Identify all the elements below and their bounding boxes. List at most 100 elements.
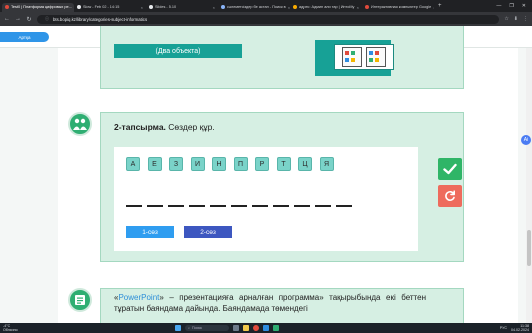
menu-kebab-icon[interactable]: ⋮ xyxy=(523,16,528,22)
file-explorer-icon[interactable] xyxy=(243,325,249,331)
tab-favicon-icon xyxy=(221,5,225,9)
chrome-icon[interactable] xyxy=(253,325,259,331)
language-indicator[interactable]: РУС xyxy=(500,326,507,330)
browser-tab[interactable]: адрес: Админ али тар | ИнтоМу × xyxy=(290,3,362,12)
store-icon[interactable] xyxy=(273,325,279,331)
browser-tab[interactable]: Test0 | Платформа цифровых ре...× xyxy=(2,2,74,12)
browser-tab[interactable]: Slides - 5.10 × xyxy=(146,3,218,12)
task-image xyxy=(334,44,394,70)
answer-slot[interactable] xyxy=(273,205,289,207)
scrollbar[interactable] xyxy=(526,48,532,323)
letter-tile[interactable]: Т xyxy=(276,157,291,171)
book-task-icon xyxy=(68,288,92,312)
bookmark-star-icon[interactable]: ☆ xyxy=(504,16,508,22)
object-picture xyxy=(366,47,386,67)
back-arrow-icon[interactable]: ← xyxy=(4,16,10,22)
letter-tiles: А Е З И Н П Р Т Ц Я xyxy=(126,157,334,171)
url-text: bts.bopiq.kz/library/categories-subject-… xyxy=(53,16,148,22)
letter-tile[interactable]: А xyxy=(126,157,140,171)
letter-tile[interactable]: Е xyxy=(147,157,162,171)
object-picture xyxy=(342,47,362,67)
refresh-icon xyxy=(445,190,455,201)
taskbar-apps: ⌕ Поиск xyxy=(175,323,279,333)
tab-favicon-icon xyxy=(5,5,9,9)
tab-title: адрес: Админ али тар | ИнтоМу xyxy=(299,5,355,9)
tab-favicon-icon xyxy=(365,5,369,9)
browser-tab-bar: Test0 | Платформа цифровых ре...×Slow - … xyxy=(0,0,532,12)
download-icon[interactable]: ⬇ xyxy=(514,16,518,22)
tab-title: Test0 | Платформа цифровых ре... xyxy=(11,5,72,9)
search-label: Поиск xyxy=(192,326,202,330)
back-button[interactable]: Артқа xyxy=(0,32,49,42)
start-icon[interactable] xyxy=(175,325,181,331)
maximize-button[interactable]: ❐ xyxy=(509,3,513,9)
check-answer-button[interactable] xyxy=(438,158,462,180)
browser-tab[interactable]: Интерактивная компьютер Google× xyxy=(362,3,434,12)
reload-icon[interactable]: ↻ xyxy=(26,16,32,23)
task-instruction: Сөздер құр. xyxy=(165,122,215,132)
tab-title: Slides - 5.10 xyxy=(155,5,177,9)
tab-title: Интерактивная компьютер Google xyxy=(371,5,432,9)
answer-slot[interactable] xyxy=(252,205,268,207)
tab-close-icon[interactable]: × xyxy=(141,5,143,10)
paragraph-text: » – презентацияға арналған программа» та… xyxy=(114,293,426,313)
answer-slot[interactable] xyxy=(210,205,226,207)
answer-slot[interactable] xyxy=(126,205,142,207)
word-2-button[interactable]: 2-сөз xyxy=(184,226,232,238)
close-window-button[interactable]: ✕ xyxy=(522,3,526,9)
site-info-icon[interactable]: ⓘ xyxy=(45,16,49,22)
task-number: 2-тапсырма. xyxy=(114,122,166,132)
address-bar: ← → ↻ ⓘ bts.bopiq.kz/library/categories-… xyxy=(0,12,532,26)
word-1-button[interactable]: 1-сөз xyxy=(126,226,174,238)
tab-title: Slow - Feb 02 - 14:15 xyxy=(83,5,120,9)
answer-slot[interactable] xyxy=(231,205,247,207)
taskbar-search[interactable]: ⌕ Поиск xyxy=(185,325,229,331)
reset-button[interactable] xyxy=(438,185,462,207)
answer-slots xyxy=(126,205,352,207)
letter-tile[interactable]: Я xyxy=(319,157,334,171)
answer-slot[interactable] xyxy=(336,205,352,207)
tab-close-icon[interactable]: × xyxy=(433,5,434,10)
tab-favicon-icon xyxy=(293,5,297,9)
tab-favicon-icon xyxy=(77,5,81,9)
edge-icon[interactable] xyxy=(263,325,269,331)
task-title: 2-тапсырма. Сөздер құр. xyxy=(114,122,215,132)
answer-slot[interactable] xyxy=(315,205,331,207)
tab-title: сәлеметсіздер бе астан - Поиск в xyxy=(227,5,286,9)
windows-taskbar: -4°C Облачно ⌕ Поиск РУС 11:38 04.02.202… xyxy=(0,323,532,333)
tab-close-icon[interactable]: × xyxy=(357,5,359,10)
address-bar-actions: ☆ ⬇ ⋮ xyxy=(504,16,528,22)
forward-arrow-icon[interactable]: → xyxy=(15,16,21,22)
answer-slot[interactable] xyxy=(168,205,184,207)
tab-favicon-icon xyxy=(149,5,153,9)
letter-tile[interactable]: П xyxy=(233,157,248,171)
new-tab-button[interactable]: + xyxy=(438,3,442,9)
tab-close-icon[interactable]: × xyxy=(213,5,215,10)
weather-widget[interactable]: -4°C Облачно xyxy=(3,324,18,332)
task-paragraph: «PowerPoint» – презентацияға арналған пр… xyxy=(114,292,426,314)
assistant-side-button[interactable]: Ai xyxy=(521,135,531,145)
weather-desc: Облачно xyxy=(3,328,18,332)
task-view-icon[interactable] xyxy=(233,325,239,331)
answer-slot[interactable] xyxy=(189,205,205,207)
letter-tile[interactable]: Ц xyxy=(298,157,312,171)
letter-tile[interactable]: З xyxy=(169,157,183,171)
system-tray: РУС 11:38 04.02.2024 xyxy=(500,323,529,333)
minimize-button[interactable]: — xyxy=(496,3,501,9)
browser-tab[interactable]: сәлеметсіздер бе астан - Поиск в × xyxy=(218,3,290,12)
two-objects-button[interactable]: (Два объекта) xyxy=(114,44,242,58)
url-field[interactable]: ⓘ bts.bopiq.kz/library/categories-subjec… xyxy=(37,14,500,24)
clock-date: 04.02.2024 xyxy=(511,328,529,332)
group-task-icon xyxy=(68,112,92,136)
letter-tile[interactable]: И xyxy=(190,157,205,171)
search-icon: ⌕ xyxy=(188,326,191,330)
browser-tab[interactable]: Slow - Feb 02 - 14:15 × xyxy=(74,3,146,12)
window-controls: — ❐ ✕ xyxy=(496,3,532,9)
letter-tile[interactable]: Н xyxy=(212,157,226,171)
letter-tile[interactable]: Р xyxy=(255,157,269,171)
scrollbar-thumb[interactable] xyxy=(527,230,531,266)
clock[interactable]: 11:38 04.02.2024 xyxy=(511,324,529,332)
answer-slot[interactable] xyxy=(147,205,163,207)
answer-slot[interactable] xyxy=(294,205,310,207)
powerpoint-highlight: PowerPoint xyxy=(118,293,160,302)
